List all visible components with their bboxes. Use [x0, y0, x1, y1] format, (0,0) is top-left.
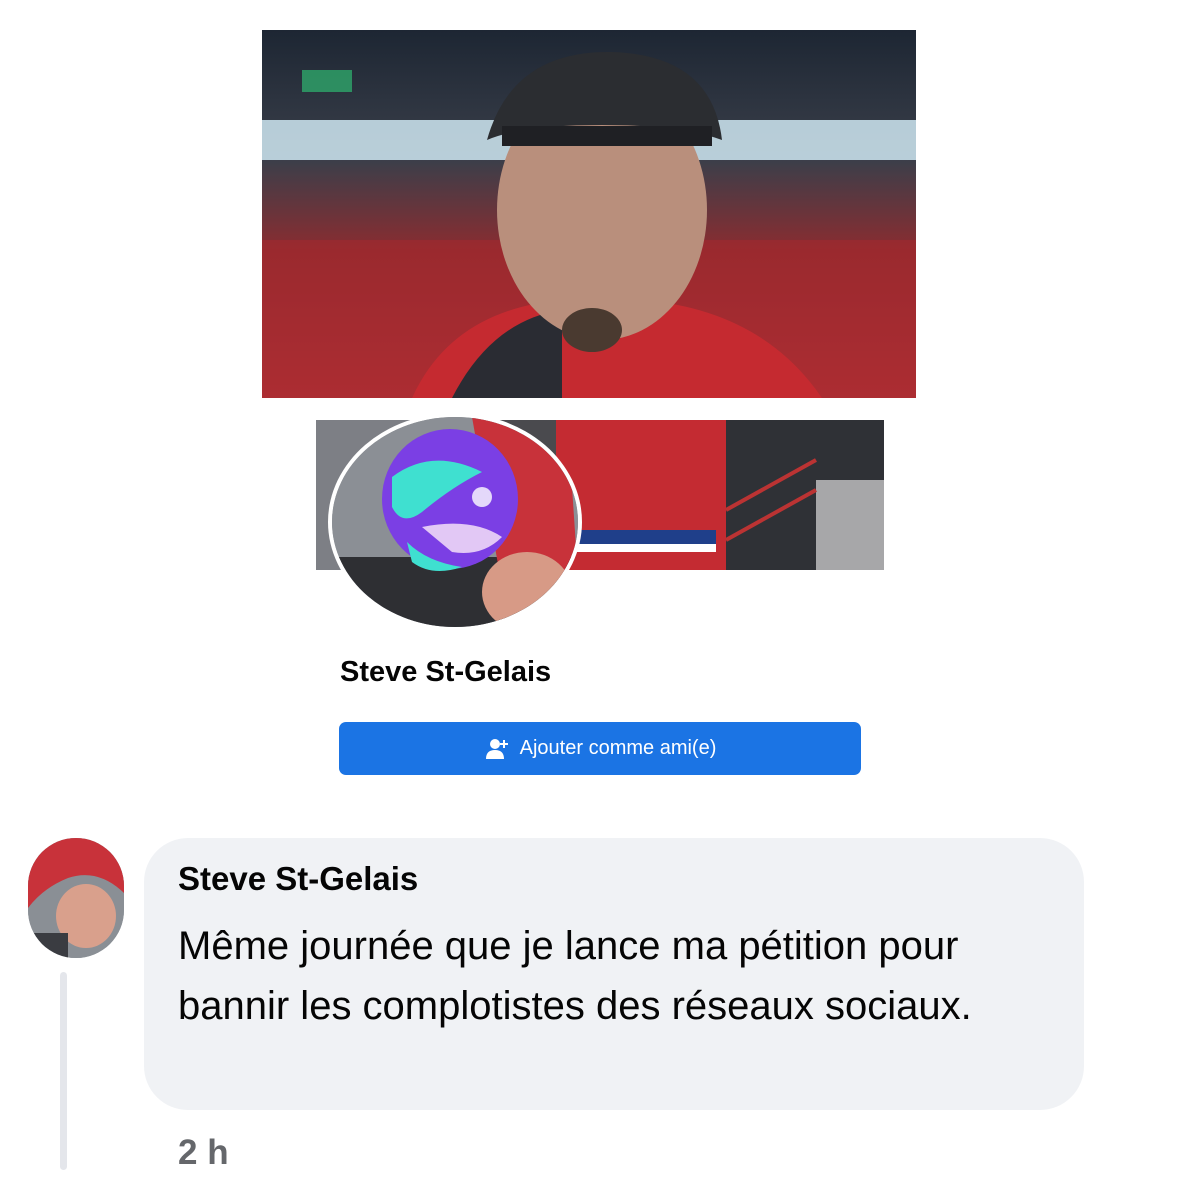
add-friend-icon — [485, 738, 508, 759]
comment-avatar-image — [28, 838, 124, 958]
profile-name[interactable]: Steve St-Gelais — [340, 656, 551, 689]
avatar-image — [332, 417, 578, 627]
thread-line — [60, 972, 67, 1170]
comment-author[interactable]: Steve St-Gelais — [178, 860, 418, 898]
add-friend-label: Ajouter comme ami(e) — [519, 737, 717, 759]
comment-text: Même journée que je lance ma pétition po… — [178, 924, 972, 1028]
add-friend-button[interactable]: Ajouter comme ami(e) — [339, 722, 861, 775]
profile-avatar[interactable] — [328, 413, 582, 631]
comment-timestamp[interactable]: 2 h — [178, 1133, 229, 1173]
arena-selfie-image — [262, 30, 916, 398]
comment-avatar[interactable] — [28, 838, 124, 958]
profile-photo-enlarged[interactable] — [262, 30, 916, 398]
